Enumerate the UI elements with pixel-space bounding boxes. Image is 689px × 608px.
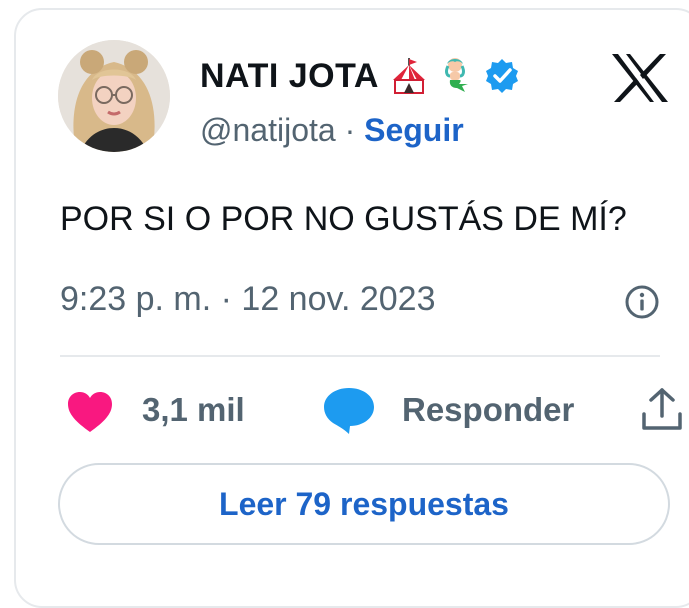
handle-separator: ·	[335, 112, 365, 148]
tweet-timestamp[interactable]: 9:23 p. m. · 12 nov. 2023	[60, 280, 436, 319]
read-replies-button[interactable]: Leer 79 respuestas	[58, 463, 670, 545]
author-handle[interactable]: @natijota	[200, 112, 336, 148]
divider	[60, 355, 660, 357]
follow-button[interactable]: Seguir	[364, 112, 464, 148]
author-display-name[interactable]: NATI JOTA	[200, 57, 379, 96]
heart-icon[interactable]	[66, 390, 114, 434]
author-handle-row: @natijota · Seguir	[200, 112, 464, 149]
mermaid-icon	[435, 56, 475, 96]
speech-bubble-icon[interactable]	[322, 386, 376, 436]
tweet-text: POR SI O POR NO GUSTÁS DE MÍ?	[60, 200, 627, 238]
avatar[interactable]	[58, 40, 170, 152]
verified-badge-icon	[483, 57, 521, 95]
author-name-row: NATI JOTA	[200, 54, 521, 98]
reply-button[interactable]: Responder	[402, 391, 574, 429]
x-logo-icon[interactable]	[610, 52, 670, 104]
like-count[interactable]: 3,1 mil	[142, 391, 245, 429]
share-icon[interactable]	[638, 386, 686, 434]
circus-tent-icon	[389, 56, 429, 96]
info-icon[interactable]	[624, 284, 660, 320]
